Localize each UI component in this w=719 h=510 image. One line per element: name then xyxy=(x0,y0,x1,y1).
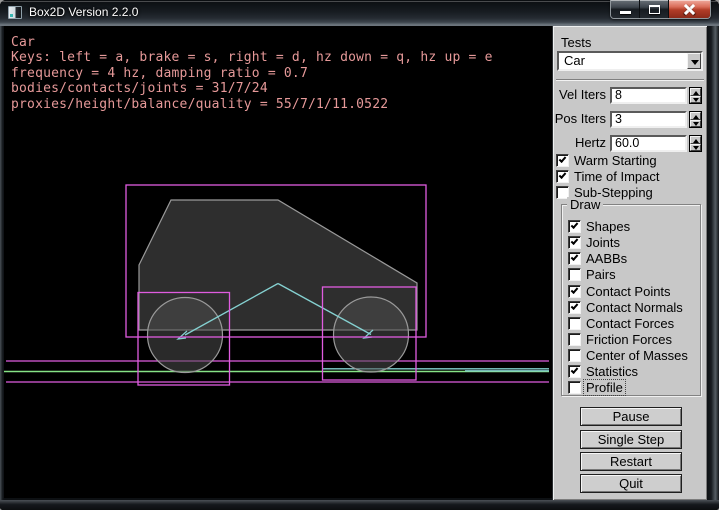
checkbox-label-joints[interactable]: Joints xyxy=(586,235,620,250)
checkbox-pairs[interactable] xyxy=(568,268,581,281)
pos-iters-input[interactable]: 3 xyxy=(610,111,687,128)
maximize-button[interactable] xyxy=(640,0,669,18)
pos-iters-spinner xyxy=(689,111,702,128)
close-icon xyxy=(684,4,695,15)
debug-text-overlay: CarKeys: left = a, brake = s, right = d,… xyxy=(11,35,493,112)
check-icon xyxy=(571,366,579,374)
hertz-input[interactable]: 60.0 xyxy=(610,135,687,152)
window-frame-right xyxy=(707,26,719,500)
vel-iters-spin-up-button[interactable] xyxy=(690,88,701,96)
minimize-icon xyxy=(620,11,631,14)
checkbox-label-friction-forces[interactable]: Friction Forces xyxy=(586,332,672,347)
checkbox-label-statistics[interactable]: Statistics xyxy=(586,364,638,379)
checkbox-time-of-impact[interactable] xyxy=(556,170,569,183)
single-step-button[interactable]: Single Step xyxy=(580,430,682,449)
pos-iters-spin-down-button[interactable] xyxy=(690,120,701,128)
checkbox-label-center-of-masses[interactable]: Center of Masses xyxy=(586,348,688,363)
vel-iters-spin-down-button[interactable] xyxy=(690,96,701,104)
minimize-button[interactable] xyxy=(611,0,640,18)
vel-iters-spinner xyxy=(689,87,702,104)
check-icon xyxy=(571,302,579,310)
overlay-line: bodies/contacts/joints = 31/7/24 xyxy=(11,81,493,96)
arrow-down-icon xyxy=(693,122,699,126)
checkbox-profile[interactable] xyxy=(568,381,581,394)
hertz-label: Hertz xyxy=(553,135,606,151)
tests-dropdown-value: Car xyxy=(564,54,585,68)
checkbox-aabbs[interactable] xyxy=(568,252,581,265)
vel-iters-input[interactable]: 8 xyxy=(610,87,687,104)
arrow-up-icon xyxy=(693,139,699,143)
chevron-down-icon xyxy=(691,60,699,65)
check-icon xyxy=(559,171,567,179)
tests-dropdown[interactable]: Car xyxy=(557,51,703,71)
pos-iters-label: Pos Iters xyxy=(553,111,606,127)
overlay-line: Car xyxy=(11,35,493,50)
draw-group-label: Draw xyxy=(567,197,603,212)
physics-canvas[interactable]: CarKeys: left = a, brake = s, right = d,… xyxy=(4,26,552,498)
close-button[interactable] xyxy=(669,0,710,18)
check-icon xyxy=(571,253,579,261)
checkbox-statistics[interactable] xyxy=(568,365,581,378)
checkbox-contact-normals[interactable] xyxy=(568,301,581,314)
tests-label: Tests xyxy=(561,35,591,50)
checkbox-friction-forces[interactable] xyxy=(568,333,581,346)
checkbox-shapes[interactable] xyxy=(568,220,581,233)
checkbox-contact-points[interactable] xyxy=(568,285,581,298)
arrow-up-icon xyxy=(693,91,699,95)
overlay-line: proxies/height/balance/quality = 55/7/1/… xyxy=(11,97,493,112)
control-panel: Tests Car Vel Iters8Pos Iters3Hertz60.0 … xyxy=(552,26,707,500)
hertz-spin-down-button[interactable] xyxy=(690,144,701,152)
overlay-line: Keys: left = a, brake = s, right = d, hz… xyxy=(11,50,493,65)
hertz-spin-up-button[interactable] xyxy=(690,136,701,144)
checkbox-joints[interactable] xyxy=(568,236,581,249)
separator xyxy=(556,79,704,81)
arrow-down-icon xyxy=(693,146,699,150)
window-controls xyxy=(610,0,711,19)
quit-button[interactable]: Quit xyxy=(580,474,682,493)
titlebar[interactable]: Box2D Version 2.2.0 xyxy=(0,0,719,26)
vel-iters-label: Vel Iters xyxy=(553,87,606,103)
app-icon xyxy=(8,6,22,19)
checkbox-contact-forces[interactable] xyxy=(568,317,581,330)
checkbox-label-contact-points[interactable]: Contact Points xyxy=(586,284,671,299)
window-frame-left xyxy=(0,26,4,500)
window-frame-bottom xyxy=(0,500,719,510)
checkbox-center-of-masses[interactable] xyxy=(568,349,581,362)
check-icon xyxy=(559,155,567,163)
checkbox-label-shapes[interactable]: Shapes xyxy=(586,219,630,234)
overlay-line: frequency = 4 hz, damping ratio = 0.7 xyxy=(11,66,493,81)
checkbox-label-contact-normals[interactable]: Contact Normals xyxy=(586,300,683,315)
hertz-spinner xyxy=(689,135,702,152)
checkbox-label-warm-starting[interactable]: Warm Starting xyxy=(574,153,657,168)
checkbox-label-aabbs[interactable]: AABBs xyxy=(586,251,627,266)
checkbox-label-time-of-impact[interactable]: Time of Impact xyxy=(574,169,659,184)
arrow-down-icon xyxy=(693,98,699,102)
checkbox-label-contact-forces[interactable]: Contact Forces xyxy=(586,316,674,331)
check-icon xyxy=(571,237,579,245)
pause-button[interactable]: Pause xyxy=(580,407,682,426)
restart-button[interactable]: Restart xyxy=(580,452,682,471)
window-title: Box2D Version 2.2.0 xyxy=(29,5,138,19)
dropdown-arrow-button[interactable] xyxy=(687,53,701,69)
checkbox-label-profile[interactable]: Profile xyxy=(583,379,626,396)
check-icon xyxy=(571,286,579,294)
check-icon xyxy=(571,221,579,229)
maximize-icon xyxy=(649,5,660,14)
arrow-up-icon xyxy=(693,115,699,119)
app-window: Box2D Version 2.2.0 CarKeys: left = a, b… xyxy=(0,0,719,510)
pos-iters-spin-up-button[interactable] xyxy=(690,112,701,120)
checkbox-label-pairs[interactable]: Pairs xyxy=(586,267,616,282)
checkbox-warm-starting[interactable] xyxy=(556,154,569,167)
